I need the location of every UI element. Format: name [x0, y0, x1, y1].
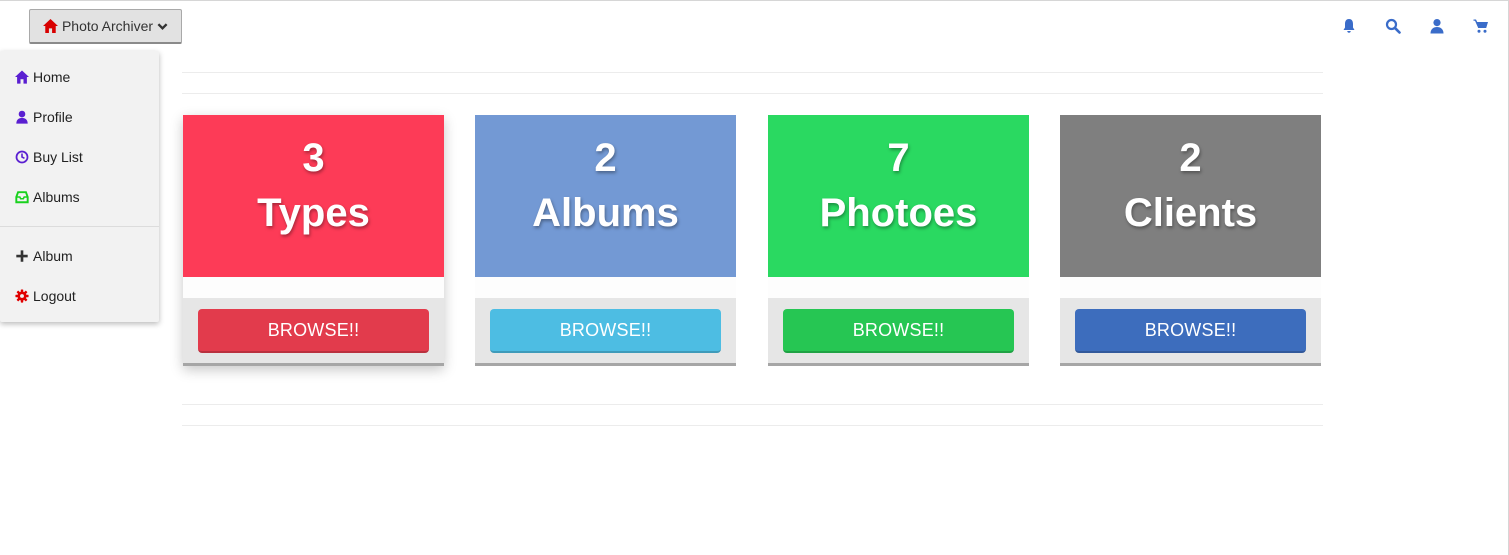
divider [182, 425, 1323, 426]
stat-card-footer: BROWSE!! [768, 298, 1029, 366]
user-icon[interactable] [1429, 18, 1445, 34]
browse-photoes-button[interactable]: BROWSE!! [783, 309, 1014, 353]
stat-label: Types [257, 191, 370, 235]
stat-card-footer: BROWSE!! [475, 298, 736, 366]
menu-item-buy-list[interactable]: Buy List [0, 137, 159, 177]
user-icon [15, 110, 29, 124]
inbox-icon [15, 190, 29, 204]
stat-count: 3 [302, 136, 325, 180]
page: Photo Archiver Home Profile Buy List Alb… [0, 0, 1509, 555]
card-spacer [183, 277, 444, 298]
menu-item-label: Profile [33, 109, 73, 125]
stat-card-types: 3 Types BROWSE!! [183, 115, 444, 366]
home-icon [15, 70, 29, 84]
stat-card-header: 3 Types [183, 115, 444, 277]
bell-icon[interactable] [1341, 18, 1357, 34]
search-icon[interactable] [1385, 18, 1401, 34]
stat-card-photoes: 7 Photoes BROWSE!! [768, 115, 1029, 366]
divider [182, 93, 1323, 94]
stat-card-footer: BROWSE!! [1060, 298, 1321, 366]
divider [182, 404, 1323, 405]
menu-item-home[interactable]: Home [0, 57, 159, 97]
browse-clients-button[interactable]: BROWSE!! [1075, 309, 1306, 353]
card-spacer [1060, 277, 1321, 298]
stat-card-header: 7 Photoes [768, 115, 1029, 277]
menu-item-label: Albums [33, 189, 80, 205]
stat-count: 2 [594, 136, 617, 180]
stat-card-header: 2 Albums [475, 115, 736, 277]
menu-item-label: Album [33, 248, 73, 264]
nav-dropdown-menu: Home Profile Buy List Albums Album Logou… [0, 51, 159, 322]
brand-dropdown-button[interactable]: Photo Archiver [29, 9, 182, 44]
brand-label: Photo Archiver [61, 18, 154, 34]
stat-card-albums: 2 Albums BROWSE!! [475, 115, 736, 366]
menu-item-albums[interactable]: Albums [0, 177, 159, 217]
home-icon [43, 19, 58, 33]
card-spacer [768, 277, 1029, 298]
stat-card-clients: 2 Clients BROWSE!! [1060, 115, 1321, 366]
gear-icon [15, 289, 29, 303]
plus-icon [15, 249, 29, 263]
menu-item-label: Home [33, 69, 71, 85]
menu-item-label: Buy List [33, 149, 83, 165]
stat-card-footer: BROWSE!! [183, 298, 444, 366]
stat-card-header: 2 Clients [1060, 115, 1321, 277]
menu-item-label: Logout [33, 288, 76, 304]
stat-count: 7 [887, 136, 910, 180]
cart-icon[interactable] [1473, 18, 1489, 34]
stat-label: Photoes [819, 191, 978, 235]
stat-label: Albums [532, 191, 679, 235]
chevron-down-icon [157, 22, 168, 31]
clock-icon [15, 150, 29, 164]
browse-albums-button[interactable]: BROWSE!! [490, 309, 721, 353]
menu-divider [0, 226, 159, 227]
card-spacer [475, 277, 736, 298]
stat-label: Clients [1123, 191, 1258, 235]
menu-item-add-album[interactable]: Album [0, 236, 159, 276]
browse-types-button[interactable]: BROWSE!! [198, 309, 429, 353]
stat-count: 2 [1179, 136, 1202, 180]
divider [182, 72, 1323, 73]
menu-item-profile[interactable]: Profile [0, 97, 159, 137]
menu-item-logout[interactable]: Logout [0, 276, 159, 316]
